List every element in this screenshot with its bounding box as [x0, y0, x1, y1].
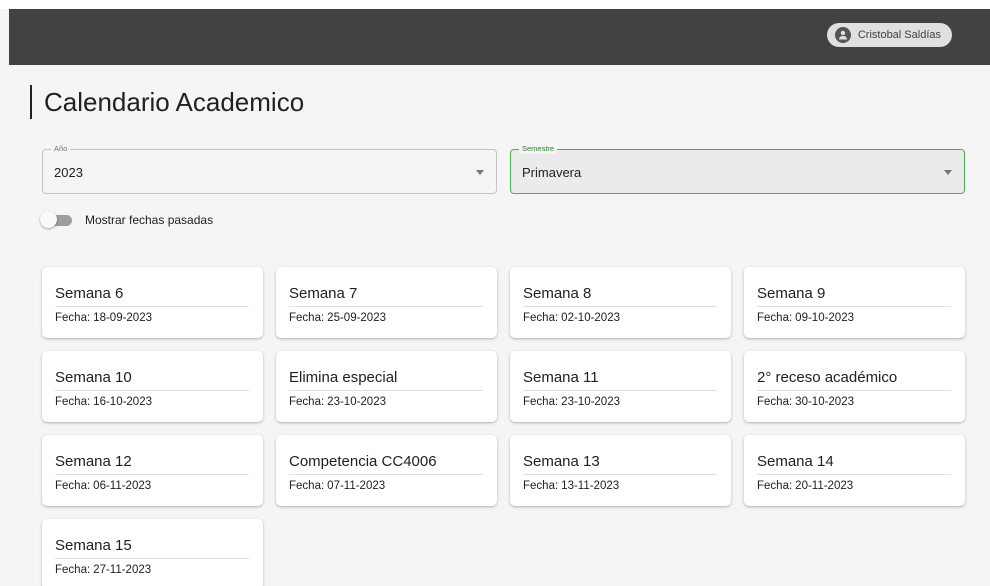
event-date-label: Fecha: — [55, 312, 91, 324]
caret-down-icon — [476, 170, 484, 175]
event-date-value: 13-11-2023 — [561, 480, 620, 492]
page-title: Calendario Academico — [44, 86, 305, 117]
event-title: Semana 8 — [523, 285, 717, 307]
event-date-label: Fecha: — [289, 396, 325, 408]
event-title: Semana 6 — [55, 285, 249, 307]
event-title: Elimina especial — [289, 369, 483, 391]
event-card[interactable]: Semana 9 Fecha: 09-10-2023 — [744, 267, 965, 338]
event-title: Semana 13 — [523, 453, 717, 475]
event-card[interactable]: Semana 7 Fecha: 25-09-2023 — [276, 267, 497, 338]
event-date-value: 27-11-2023 — [93, 564, 152, 576]
event-card-grid: Semana 6 Fecha: 18-09-2023 Semana 7 Fecha… — [42, 267, 966, 586]
event-date: Fecha: 07-11-2023 — [289, 480, 483, 492]
event-card[interactable]: Semana 10 Fecha: 16-10-2023 — [42, 351, 263, 422]
event-title: Semana 14 — [757, 453, 951, 475]
event-card[interactable]: Semana 8 Fecha: 02-10-2023 — [510, 267, 731, 338]
event-date: Fecha: 16-10-2023 — [55, 396, 249, 408]
event-card[interactable]: 2° receso académico Fecha: 30-10-2023 — [744, 351, 965, 422]
event-date-label: Fecha: — [55, 480, 91, 492]
event-date-value: 23-10-2023 — [327, 396, 386, 408]
event-title: Semana 15 — [55, 537, 249, 559]
user-chip[interactable]: Cristobal Saldías — [826, 23, 952, 47]
show-past-dates-switch[interactable] — [40, 211, 74, 228]
event-card[interactable]: Semana 13 Fecha: 13-11-2023 — [510, 435, 731, 506]
event-card[interactable]: Semana 14 Fecha: 20-11-2023 — [744, 435, 965, 506]
event-date-label: Fecha: — [289, 480, 325, 492]
event-date: Fecha: 09-10-2023 — [757, 312, 951, 324]
event-title: Semana 12 — [55, 453, 249, 475]
event-date-value: 07-11-2023 — [327, 480, 386, 492]
event-date-label: Fecha: — [757, 480, 793, 492]
semester-select[interactable]: Semestre Primavera — [510, 144, 965, 194]
event-date-value: 02-10-2023 — [561, 312, 620, 324]
event-date-label: Fecha: — [523, 480, 559, 492]
window-frame — [0, 0, 990, 9]
event-date-label: Fecha: — [757, 396, 793, 408]
caret-down-icon — [944, 170, 952, 175]
semester-select-label: Semestre — [519, 144, 558, 154]
event-date: Fecha: 20-11-2023 — [757, 480, 951, 492]
event-date-label: Fecha: — [757, 312, 793, 324]
event-date-value: 18-09-2023 — [93, 312, 152, 324]
year-select[interactable]: Año 2023 — [42, 144, 497, 194]
event-date-value: 30-10-2023 — [795, 396, 854, 408]
event-card[interactable]: Elimina especial Fecha: 23-10-2023 — [276, 351, 497, 422]
semester-select-value: Primavera — [522, 165, 582, 180]
event-date: Fecha: 30-10-2023 — [757, 396, 951, 408]
event-date: Fecha: 25-09-2023 — [289, 312, 483, 324]
top-app-bar: Cristobal Saldías — [9, 9, 990, 65]
year-select-label: Año — [51, 144, 71, 154]
event-date-value: 09-10-2023 — [795, 312, 854, 324]
event-title: Competencia CC4006 — [289, 453, 483, 475]
event-date-label: Fecha: — [289, 312, 325, 324]
event-date: Fecha: 18-09-2023 — [55, 312, 249, 324]
event-card[interactable]: Semana 6 Fecha: 18-09-2023 — [42, 267, 263, 338]
event-date-value: 16-10-2023 — [93, 396, 152, 408]
event-title: Semana 7 — [289, 285, 483, 307]
event-date: Fecha: 13-11-2023 — [523, 480, 717, 492]
event-date-value: 20-11-2023 — [795, 480, 854, 492]
event-card[interactable]: Semana 11 Fecha: 23-10-2023 — [510, 351, 731, 422]
user-name: Cristobal Saldías — [857, 29, 941, 41]
event-date: Fecha: 02-10-2023 — [523, 312, 717, 324]
person-icon — [834, 27, 851, 43]
event-card[interactable]: Competencia CC4006 Fecha: 07-11-2023 — [276, 435, 497, 506]
event-title: 2° receso académico — [757, 369, 951, 391]
event-date-value: 06-11-2023 — [93, 480, 152, 492]
event-date-label: Fecha: — [523, 312, 559, 324]
event-date: Fecha: 23-10-2023 — [289, 396, 483, 408]
event-date: Fecha: 27-11-2023 — [55, 564, 249, 576]
event-date-label: Fecha: — [55, 564, 91, 576]
switch-thumb[interactable] — [40, 211, 57, 228]
event-date: Fecha: 23-10-2023 — [523, 396, 717, 408]
show-past-dates-label[interactable]: Mostrar fechas pasadas — [85, 213, 213, 227]
year-select-value: 2023 — [54, 165, 83, 180]
event-title: Semana 11 — [523, 369, 717, 391]
event-date-label: Fecha: — [523, 396, 559, 408]
event-title: Semana 10 — [55, 369, 249, 391]
page-title-block: Calendario Academico — [30, 85, 304, 119]
event-date: Fecha: 06-11-2023 — [55, 480, 249, 492]
event-date-label: Fecha: — [55, 396, 91, 408]
event-date-value: 23-10-2023 — [561, 396, 620, 408]
event-card[interactable]: Semana 12 Fecha: 06-11-2023 — [42, 435, 263, 506]
event-date-value: 25-09-2023 — [327, 312, 386, 324]
event-title: Semana 9 — [757, 285, 951, 307]
event-card[interactable]: Semana 15 Fecha: 27-11-2023 — [42, 519, 263, 586]
show-past-dates-row: Mostrar fechas pasadas — [40, 211, 213, 228]
